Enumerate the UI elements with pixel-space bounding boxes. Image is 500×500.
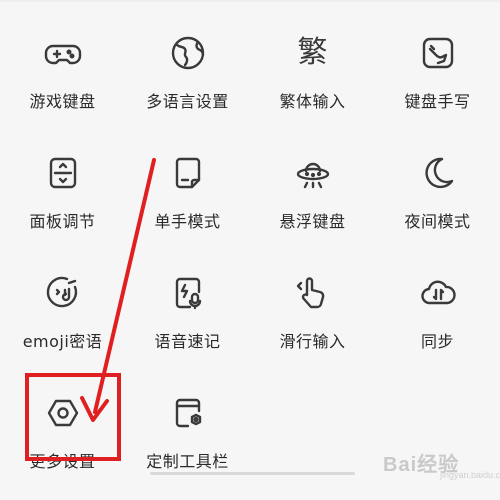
grid-item-floating-keyboard[interactable]: 悬浮键盘 xyxy=(250,130,375,250)
traditional-char-icon: 繁 xyxy=(292,32,334,74)
moon-icon xyxy=(417,152,459,194)
cloud-sync-icon xyxy=(417,272,459,314)
swipe-icon xyxy=(292,272,334,314)
grid-item-handwriting[interactable]: 键盘手写 xyxy=(375,10,500,130)
grid-item-night-mode[interactable]: 夜间模式 xyxy=(375,130,500,250)
gamepad-icon xyxy=(42,32,84,74)
divider xyxy=(0,0,500,2)
grid-item-label: 繁体输入 xyxy=(279,92,346,111)
panel-adjust-icon xyxy=(42,152,84,194)
handwriting-icon xyxy=(417,32,459,74)
grid-item-game-keyboard[interactable]: 游戏键盘 xyxy=(0,10,125,130)
grid-item-one-hand[interactable]: 单手模式 xyxy=(125,130,250,250)
grid-item-label: 同步 xyxy=(420,332,454,351)
voice-note-icon xyxy=(167,272,209,314)
grid-item-label: 单手模式 xyxy=(154,212,221,231)
custom-toolbar-icon xyxy=(167,392,209,434)
grid-item-emoji-secret[interactable]: emoji密语 xyxy=(0,250,125,370)
grid-item-label: 悬浮键盘 xyxy=(279,212,346,231)
traditional-char-glyph: 繁 xyxy=(297,35,328,70)
grid-item-label: 夜间模式 xyxy=(404,212,471,231)
grid-item-label: emoji密语 xyxy=(22,332,103,351)
watermark-url: jingyan.baidu.com xyxy=(440,470,500,480)
grid-item-panel-adjust[interactable]: 面板调节 xyxy=(0,130,125,250)
grid-item-multilanguage[interactable]: 多语言设置 xyxy=(125,10,250,130)
grid-item-label: 键盘手写 xyxy=(404,92,471,111)
grid-item-swipe-input[interactable]: 滑行输入 xyxy=(250,250,375,370)
ufo-icon xyxy=(292,152,334,194)
grid-item-label: 滑行输入 xyxy=(279,332,346,351)
highlight-box xyxy=(25,373,121,461)
grid-item-label: 多语言设置 xyxy=(146,92,229,111)
grid-item-label: 游戏键盘 xyxy=(29,92,96,111)
grid-item-label: 定制工具栏 xyxy=(146,452,229,471)
one-hand-icon xyxy=(167,152,209,194)
grid-item-voice-note[interactable]: 语音速记 xyxy=(125,250,250,370)
home-indicator xyxy=(150,472,355,475)
grid-item-label: 语音速记 xyxy=(154,332,221,351)
grid-item-label: 面板调节 xyxy=(29,212,96,231)
globe-icon xyxy=(167,32,209,74)
grid-item-traditional-input[interactable]: 繁 繁体输入 xyxy=(250,10,375,130)
grid-item-sync[interactable]: 同步 xyxy=(375,250,500,370)
emoji-icon xyxy=(42,272,84,314)
